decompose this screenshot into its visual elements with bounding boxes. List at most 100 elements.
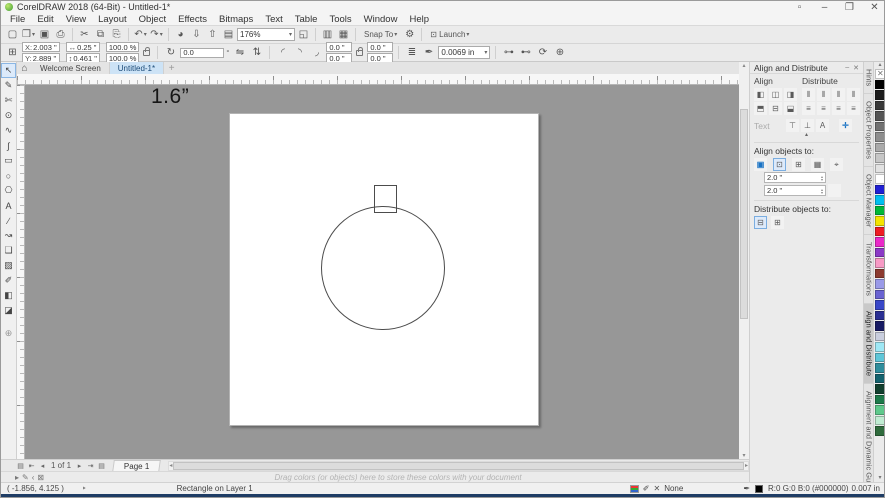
page-1-tab[interactable]: Page 1 bbox=[112, 460, 161, 472]
distribute-bottom-button[interactable]: ≡ bbox=[847, 102, 860, 115]
align-right-button[interactable]: ◨ bbox=[784, 88, 797, 101]
document-palette-flyout-icon[interactable]: ▸ bbox=[15, 473, 19, 482]
outline-width-combobox[interactable]: 0.0069 in▾ bbox=[438, 46, 490, 59]
menu-table[interactable]: Table bbox=[290, 14, 323, 25]
align-top-button[interactable]: ⬒ bbox=[754, 102, 767, 115]
distribute-left-button[interactable]: ⦀ bbox=[802, 88, 815, 101]
color-swatch[interactable] bbox=[875, 248, 885, 258]
parallel-dimension-tool[interactable]: ∕ bbox=[1, 213, 16, 228]
docker-tab-object-manager[interactable]: Object Manager bbox=[864, 167, 874, 235]
color-swatch[interactable] bbox=[875, 153, 885, 163]
object-position-grid-icon[interactable]: ⊞ bbox=[5, 45, 20, 60]
rectangle-tool[interactable]: ▭ bbox=[1, 153, 16, 168]
print-icon[interactable]: ⎙ bbox=[53, 27, 68, 42]
distribute-spacing-horizontally-button[interactable]: ⦀ bbox=[832, 88, 845, 101]
spin-down-icon[interactable]: ▾ bbox=[821, 178, 823, 181]
paste-icon[interactable]: ⎘ bbox=[109, 27, 124, 42]
text-align-first-line-button[interactable]: ⊤ bbox=[786, 119, 799, 132]
color-swatch[interactable] bbox=[875, 101, 885, 111]
next-page-icon[interactable]: ▸ bbox=[74, 460, 85, 471]
new-tab-button[interactable]: + bbox=[164, 62, 179, 74]
mirror-horizontal-icon[interactable]: ⇋ bbox=[232, 45, 247, 60]
menu-view[interactable]: View bbox=[61, 14, 91, 25]
launch-dropdown[interactable]: ⊡ Launch▾ bbox=[426, 27, 473, 42]
vertical-scroll-thumb[interactable] bbox=[740, 109, 748, 319]
shape-tool[interactable]: ✎ bbox=[1, 78, 16, 93]
menu-tools[interactable]: Tools bbox=[324, 14, 356, 25]
color-swatch[interactable] bbox=[875, 395, 885, 405]
palette-scroll-down-icon[interactable]: ▾ bbox=[878, 475, 881, 482]
transparency-tool[interactable]: ▨ bbox=[1, 258, 16, 273]
color-swatch[interactable] bbox=[875, 279, 885, 289]
color-swatch[interactable] bbox=[875, 122, 885, 132]
distribute-center-horizontally-button[interactable]: ⦀ bbox=[817, 88, 830, 101]
text-align-baseline-button[interactable]: ⊥ bbox=[801, 119, 814, 132]
distribute-to-extent-of-selection-button[interactable]: ⊟ bbox=[754, 216, 767, 229]
circle-shape[interactable] bbox=[321, 206, 445, 330]
align-center-horizontally-button[interactable]: ◫ bbox=[769, 88, 782, 101]
corner-radius-tr-field[interactable]: 0.0 " bbox=[367, 42, 393, 52]
color-swatch[interactable] bbox=[875, 353, 885, 363]
menu-effects[interactable]: Effects bbox=[173, 14, 212, 25]
color-swatch[interactable] bbox=[875, 90, 885, 100]
show-grid-icon[interactable]: ▦ bbox=[336, 27, 351, 42]
document-palette-eyedropper-icon[interactable]: ✎ bbox=[22, 473, 29, 482]
color-swatch[interactable] bbox=[875, 258, 885, 268]
unlink-icon[interactable]: ⊷ bbox=[518, 45, 533, 60]
color-swatch[interactable] bbox=[875, 332, 885, 342]
color-swatch[interactable] bbox=[875, 143, 885, 153]
scroll-right-icon[interactable]: ▸ bbox=[745, 462, 748, 469]
menu-bitmaps[interactable]: Bitmaps bbox=[214, 14, 258, 25]
color-swatch[interactable] bbox=[875, 206, 885, 216]
menu-text[interactable]: Text bbox=[260, 14, 287, 25]
round-corner-icon[interactable]: ◜ bbox=[275, 45, 290, 60]
corner-lock-icon[interactable] bbox=[356, 50, 363, 56]
docker-tab-align-and-distribute[interactable]: Align and Distribute bbox=[864, 304, 874, 384]
tab-welcome-screen[interactable]: Welcome Screen bbox=[32, 62, 110, 74]
spin-down-icon[interactable]: ▾ bbox=[821, 191, 823, 194]
previous-page-icon[interactable]: ◂ bbox=[37, 460, 48, 471]
open-icon[interactable]: ❒▾ bbox=[21, 27, 36, 42]
docker-collapse-button[interactable]: – bbox=[845, 64, 849, 72]
menu-edit[interactable]: Edit bbox=[32, 14, 58, 25]
page-sorter-icon[interactable]: ▤ bbox=[15, 460, 26, 471]
no-color-swatch[interactable] bbox=[875, 69, 885, 79]
horizontal-scrollbar[interactable]: ◂ ▸ bbox=[168, 461, 749, 471]
docker-close-icon[interactable]: ✕ bbox=[853, 64, 859, 72]
align-bottom-button[interactable]: ⬓ bbox=[784, 102, 797, 115]
color-swatch[interactable] bbox=[875, 216, 885, 226]
publish-to-pdf-icon[interactable]: ▤ bbox=[221, 27, 236, 42]
align-to-grid-button[interactable]: ▦ bbox=[811, 158, 824, 171]
color-swatch[interactable] bbox=[875, 426, 885, 436]
wrap-text-icon[interactable]: ≣ bbox=[404, 45, 419, 60]
align-point-y-field[interactable]: 2.0 "▴▾ bbox=[764, 185, 826, 196]
align-to-page-edge-button[interactable]: ⊡ bbox=[773, 158, 786, 171]
docker-tab-alignment-dynamic-guides[interactable]: Alignment and Dynamic Guides bbox=[864, 384, 874, 482]
search-content-icon[interactable]: ◕ bbox=[173, 27, 188, 42]
interactive-fill-tool[interactable]: ◧ bbox=[1, 288, 16, 303]
smart-fill-tool[interactable]: ◪ bbox=[1, 303, 16, 318]
color-swatch[interactable] bbox=[875, 363, 885, 373]
collapse-section-arrow[interactable]: ▴ bbox=[754, 132, 859, 139]
full-screen-preview-icon[interactable]: ◱ bbox=[296, 27, 311, 42]
add-page-icon[interactable]: ▤ bbox=[96, 460, 107, 471]
pick-target-point-button[interactable] bbox=[828, 184, 841, 197]
scroll-down-icon[interactable]: ▾ bbox=[742, 452, 745, 459]
lock-ratio-icon[interactable] bbox=[143, 50, 150, 56]
scroll-up-icon[interactable]: ▴ bbox=[742, 62, 745, 69]
specify-point-button[interactable]: ✛ bbox=[839, 119, 852, 132]
customize-toolbox-button[interactable]: ⊕ bbox=[1, 326, 16, 341]
color-swatch[interactable] bbox=[875, 174, 885, 184]
artistic-media-tool[interactable]: ∫ bbox=[1, 138, 16, 153]
freehand-tool[interactable]: ∿ bbox=[1, 123, 16, 138]
text-tool[interactable]: A bbox=[1, 198, 16, 213]
align-left-button[interactable]: ◧ bbox=[754, 88, 767, 101]
menu-layout[interactable]: Layout bbox=[93, 14, 132, 25]
color-swatch[interactable] bbox=[875, 132, 885, 142]
docker-tab-object-properties[interactable]: Object Properties bbox=[864, 94, 874, 167]
add-plus-icon[interactable]: ⊕ bbox=[552, 45, 567, 60]
redo-icon[interactable]: ↷▾ bbox=[149, 27, 164, 42]
scroll-left-icon[interactable]: ◂ bbox=[169, 462, 172, 469]
color-swatch[interactable] bbox=[875, 384, 885, 394]
export-icon[interactable]: ⇧ bbox=[205, 27, 220, 42]
